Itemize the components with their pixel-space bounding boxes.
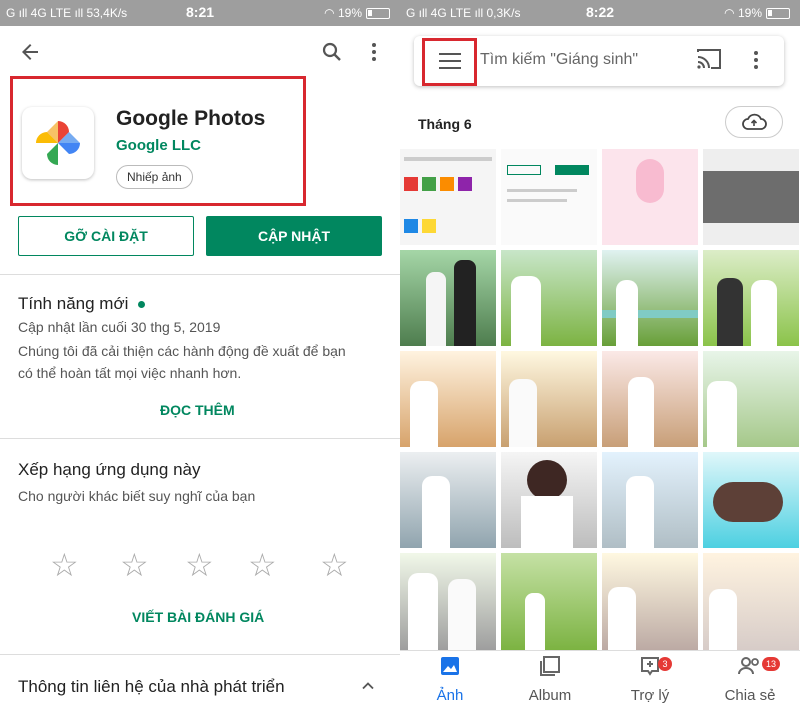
photo-thumbnail[interactable] (703, 250, 799, 346)
star-2-icon[interactable]: ☆ (120, 546, 149, 584)
divider (0, 654, 400, 655)
photo-thumbnail[interactable] (703, 351, 799, 447)
photo-thumbnail[interactable] (703, 149, 799, 245)
rate-app-subtitle: Cho người khác biết suy nghĩ của bạn (18, 488, 256, 504)
uninstall-button[interactable]: GỠ CÀI ĐẶT (18, 216, 194, 256)
month-header: Tháng 6 (418, 116, 472, 132)
star-5-icon[interactable]: ☆ (320, 546, 349, 584)
battery-icon (766, 8, 790, 20)
assistant-icon: 3 (610, 655, 690, 683)
google-photos-screen: G ıll 4G LTE ıll 0,3K/s 8:22 ◠ 19% Tìm k… (400, 0, 800, 711)
write-review-link[interactable]: VIẾT BÀI ĐÁNH GIÁ (132, 609, 264, 625)
status-carrier: G ıll 4G LTE ıll 53,4K/s (6, 6, 128, 20)
whats-new-body-1: Chúng tôi đã cải thiện các hành động đề … (18, 343, 346, 359)
star-3-icon[interactable]: ☆ (185, 546, 214, 584)
photo-thumbnail[interactable] (602, 250, 698, 346)
last-updated-text: Cập nhật lần cuối 30 thg 5, 2019 (18, 319, 221, 335)
read-more-link[interactable]: ĐỌC THÊM (160, 402, 235, 418)
star-4-icon[interactable]: ☆ (248, 546, 277, 584)
photo-icon (410, 655, 490, 683)
google-photos-logo-icon (22, 107, 94, 179)
developer-contact-row[interactable]: Thông tin liên hệ của nhà phát triển (18, 677, 285, 697)
app-title: Google Photos (116, 107, 266, 130)
photo-thumbnail[interactable] (501, 553, 597, 650)
photo-thumbnail[interactable] (602, 149, 698, 245)
whats-new-body-2: có thể hoàn tất mọi việc nhanh hơn. (18, 365, 242, 381)
photo-thumbnail[interactable] (501, 452, 597, 548)
search-input[interactable]: Tìm kiếm "Giáng sinh" (480, 51, 638, 69)
status-bar: G ıll 4G LTE ıll 0,3K/s 8:22 ◠ 19% (400, 0, 800, 26)
photo-thumbnail[interactable] (602, 553, 698, 650)
photo-thumbnail[interactable] (703, 452, 799, 548)
sharing-badge: 13 (762, 657, 780, 671)
more-vert-icon[interactable] (362, 40, 386, 70)
status-time: 8:21 (186, 4, 215, 20)
photo-thumbnail[interactable] (400, 351, 496, 447)
status-carrier: G ıll 4G LTE ıll 0,3K/s (406, 6, 521, 20)
star-1-icon[interactable]: ☆ (50, 546, 79, 584)
wifi-icon: ◠ (324, 6, 335, 20)
battery-icon (366, 8, 390, 20)
cast-icon[interactable] (696, 48, 722, 76)
status-battery: ◠ 19% (724, 6, 790, 20)
developer-link[interactable]: Google LLC (116, 137, 201, 154)
photo-thumbnail[interactable] (501, 250, 597, 346)
status-bar: G ıll 4G LTE ıll 53,4K/s 8:21 ◠ 19% (0, 0, 400, 26)
wifi-icon: ◠ (724, 6, 735, 20)
backup-cloud-button[interactable] (725, 106, 783, 138)
search-icon[interactable] (320, 40, 344, 70)
photo-thumbnail[interactable] (602, 452, 698, 548)
nav-albums[interactable]: Album (510, 655, 590, 704)
category-chip[interactable]: Nhiếp ảnh (116, 165, 193, 189)
people-icon: 13 (710, 655, 790, 683)
nav-sharing[interactable]: 13 Chia sẻ (710, 655, 790, 704)
assistant-badge: 3 (658, 657, 672, 671)
status-battery: ◠ 19% (324, 6, 390, 20)
new-indicator-dot (138, 301, 146, 309)
update-button[interactable]: CẬP NHẬT (206, 216, 382, 256)
nav-assistant[interactable]: 3 Trợ lý (610, 655, 690, 704)
bottom-navigation: Ảnh Album 3 Trợ lý 13 Chia sẻ (400, 650, 800, 711)
photo-thumbnail[interactable] (400, 250, 496, 346)
photo-thumbnail[interactable] (400, 452, 496, 548)
whats-new-title: Tính năng mới (18, 294, 146, 314)
status-time: 8:22 (586, 4, 615, 20)
divider (0, 274, 400, 275)
rate-app-title: Xếp hạng ứng dụng này (18, 460, 201, 479)
photo-thumbnail[interactable] (501, 351, 597, 447)
photo-thumbnail[interactable] (703, 553, 799, 650)
play-store-screen: G ıll 4G LTE ıll 53,4K/s 8:21 ◠ 19% Goog… (0, 0, 400, 711)
photo-thumbnail[interactable] (602, 351, 698, 447)
hamburger-menu-icon[interactable] (438, 50, 462, 78)
nav-photos[interactable]: Ảnh (410, 655, 490, 704)
photo-thumbnail[interactable] (501, 149, 597, 245)
more-vert-icon[interactable] (744, 48, 768, 78)
cloud-upload-icon (742, 113, 767, 130)
album-icon (510, 655, 590, 683)
photo-thumbnail[interactable] (400, 553, 496, 650)
divider (0, 438, 400, 439)
chevron-up-icon[interactable] (358, 676, 378, 702)
back-arrow-icon[interactable] (18, 40, 42, 70)
photo-thumbnail[interactable] (400, 149, 496, 245)
